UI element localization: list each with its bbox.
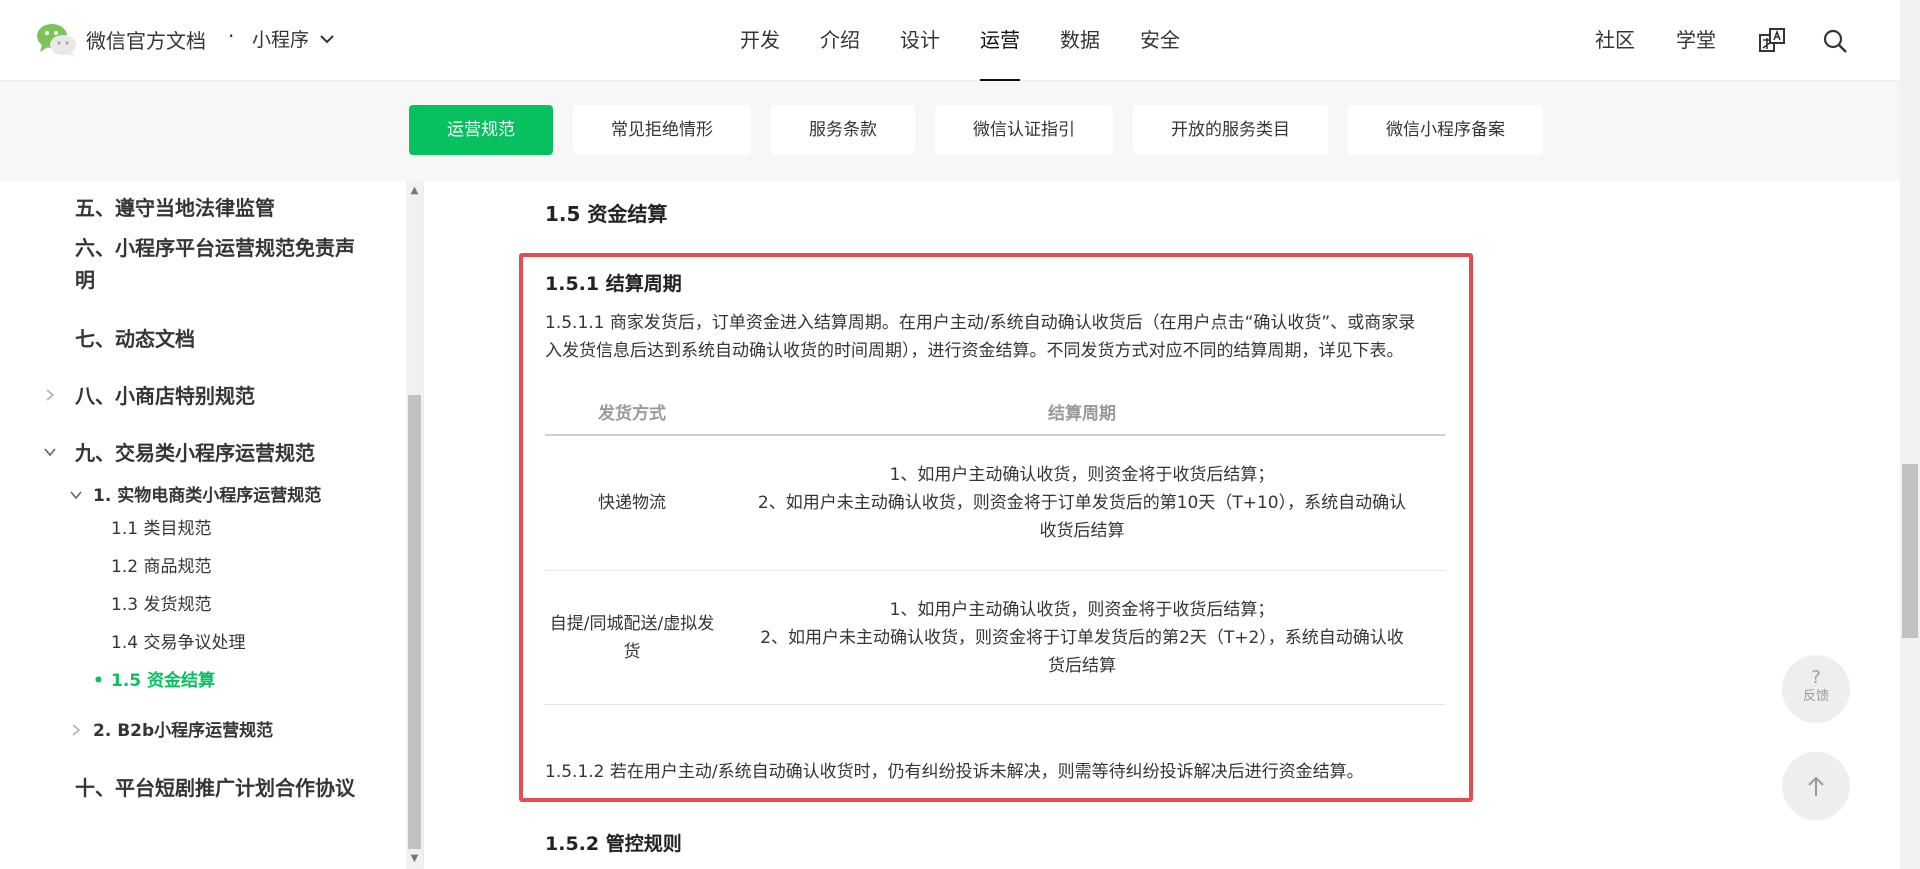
chevron-right-icon[interactable] (43, 388, 57, 402)
section-dropdown-label: 小程序 (252, 29, 310, 51)
table-cell-period-line: 2、如用户未主动确认收货，则资金将于订单发货后的第2天（T+2），系统自动确认收 (760, 628, 1404, 648)
search-icon[interactable] (1821, 27, 1849, 55)
tab-common-rejections[interactable]: 常见拒绝情形 (573, 105, 751, 155)
page-scroll-thumb[interactable] (1902, 464, 1918, 638)
top-bar: 微信官方文档 · 小程序 开发 介绍 设计 运营 数据 安全 社区 学堂 (0, 0, 1900, 81)
sidebar-item-product-rules[interactable]: 1.2 商品规范 (111, 552, 211, 583)
chevron-down-icon[interactable] (69, 488, 83, 502)
feedback-button[interactable]: ? 反馈 (1782, 655, 1850, 723)
nav-security[interactable]: 安全 (1120, 0, 1200, 81)
feedback-label: 反馈 (1802, 689, 1829, 704)
section-title: 1.5 资金结算 (545, 202, 668, 226)
paragraph-1-line-2: 入发货信息后达到系统自动确认收货的时间周期），进行资金结算。不同发货方式对应不同… (545, 341, 1404, 361)
sidebar-scroll-thumb[interactable] (408, 395, 421, 849)
sidebar-item-b2b[interactable]: 2. B2b小程序运营规范 (93, 716, 273, 747)
table-header-divider (545, 434, 1445, 436)
paragraph-2: 1.5.1.2 若在用户主动/系统自动确认收货时，仍有纠纷投诉未解决，则需等待纠… (545, 762, 1364, 782)
tab-wechat-verification[interactable]: 微信认证指引 (935, 105, 1113, 155)
chevron-right-icon[interactable] (69, 723, 83, 737)
table-cell-period-line: 1、如用户主动确认收货，则资金将于收货后结算； (889, 600, 1275, 620)
sidebar-item-shipping-rules[interactable]: 1.3 发货规范 (111, 590, 211, 621)
table-header-period: 结算周期 (1048, 404, 1116, 424)
sidebar-item-settlement[interactable]: 1.5 资金结算 (111, 666, 215, 697)
main-nav: 开发 介绍 设计 运营 数据 安全 (720, 0, 1200, 81)
sidebar-item-dispute[interactable]: 1.4 交易争议处理 (111, 628, 245, 659)
nav-design[interactable]: 设计 (880, 0, 960, 81)
nav-develop[interactable]: 开发 (720, 0, 800, 81)
sidebar-item-disclaimer[interactable]: 六、小程序平台运营规范免责声 (75, 233, 355, 264)
tab-operation-rules[interactable]: 运营规范 (409, 105, 553, 155)
page-scrollbar[interactable] (1900, 0, 1920, 869)
wechat-logo-icon[interactable] (36, 22, 78, 58)
tab-terms-of-service[interactable]: 服务条款 (771, 105, 915, 155)
table-cell-method: 货 (623, 642, 641, 662)
nav-data[interactable]: 数据 (1040, 0, 1120, 81)
brand-separator: · (228, 24, 235, 48)
scroll-down-arrow-icon[interactable]: ▼ (408, 853, 421, 865)
table-cell-period-line: 收货后结算 (1039, 521, 1125, 541)
sidebar-item-category-rules[interactable]: 1.1 类目规范 (111, 514, 211, 545)
main-content: 1.5 资金结算 1.5.1 结算周期 1.5.1.1 商家发货后，订单资金进入… (424, 181, 1900, 869)
table-header-method: 发货方式 (598, 404, 666, 424)
chevron-down-icon[interactable] (43, 445, 57, 459)
table-cell-period-line: 货后结算 (1048, 656, 1116, 676)
section-dropdown[interactable]: 小程序 (252, 25, 334, 52)
sidebar-item-short-drama[interactable]: 十、平台短剧推广计划合作协议 (75, 773, 355, 804)
subsection-title: 1.5.1 结算周期 (545, 273, 682, 295)
sidebar-item-small-shop[interactable]: 八、小商店特别规范 (75, 381, 255, 412)
sidebar-item-dynamic-docs[interactable]: 七、动态文档 (75, 324, 195, 355)
table-cell-method: 快递物流 (598, 493, 666, 513)
sidebar-current-bullet: • (93, 671, 104, 691)
sidebar-item-local-law[interactable]: 五、遵守当地法律监管 (75, 193, 275, 224)
question-icon: ? (1811, 667, 1821, 688)
table-cell-method: 自提/同城配送/虚拟发 (549, 614, 715, 634)
table-row-divider (545, 704, 1445, 705)
tab-miniprogram-filing[interactable]: 微信小程序备案 (1348, 105, 1543, 155)
arrow-up-icon (1808, 776, 1824, 796)
sidebar-item-physical-ecommerce[interactable]: 1. 实物电商类小程序运营规范 (93, 481, 321, 512)
translate-icon[interactable] (1758, 27, 1786, 55)
back-to-top-button[interactable] (1782, 752, 1850, 820)
sub-nav-bar: 运营规范 常见拒绝情形 服务条款 微信认证指引 开放的服务类目 微信小程序备案 (0, 81, 1900, 181)
scroll-up-arrow-icon[interactable]: ▲ (408, 185, 421, 197)
brand-title[interactable]: 微信官方文档 (86, 25, 206, 54)
tab-service-categories[interactable]: 开放的服务类目 (1133, 105, 1328, 155)
table-row-divider (545, 570, 1445, 571)
nav-intro[interactable]: 介绍 (800, 0, 880, 81)
table-cell-period-line: 1、如用户主动确认收货，则资金将于收货后结算； (889, 465, 1275, 485)
academy-link[interactable]: 学堂 (1676, 0, 1716, 81)
table-cell-period-line: 2、如用户未主动确认收货，则资金将于订单发货后的第10天（T+10），系统自动确… (757, 493, 1407, 513)
community-link[interactable]: 社区 (1595, 0, 1635, 81)
sidebar: 五、遵守当地法律监管 六、小程序平台运营规范免责声 明 七、动态文档 八、小商店… (0, 181, 424, 869)
sub-nav-tabs: 运营规范 常见拒绝情形 服务条款 微信认证指引 开放的服务类目 微信小程序备案 (409, 105, 1543, 155)
next-subsection-title: 1.5.2 管控规则 (545, 833, 682, 855)
sidebar-item-disclaimer-cont[interactable]: 明 (75, 265, 95, 296)
chevron-down-icon (320, 35, 334, 44)
paragraph-1-line-1: 1.5.1.1 商家发货后，订单资金进入结算周期。在用户主动/系统自动确认收货后… (545, 313, 1416, 333)
sidebar-item-transaction[interactable]: 九、交易类小程序运营规范 (75, 438, 315, 469)
nav-operation[interactable]: 运营 (960, 0, 1040, 81)
